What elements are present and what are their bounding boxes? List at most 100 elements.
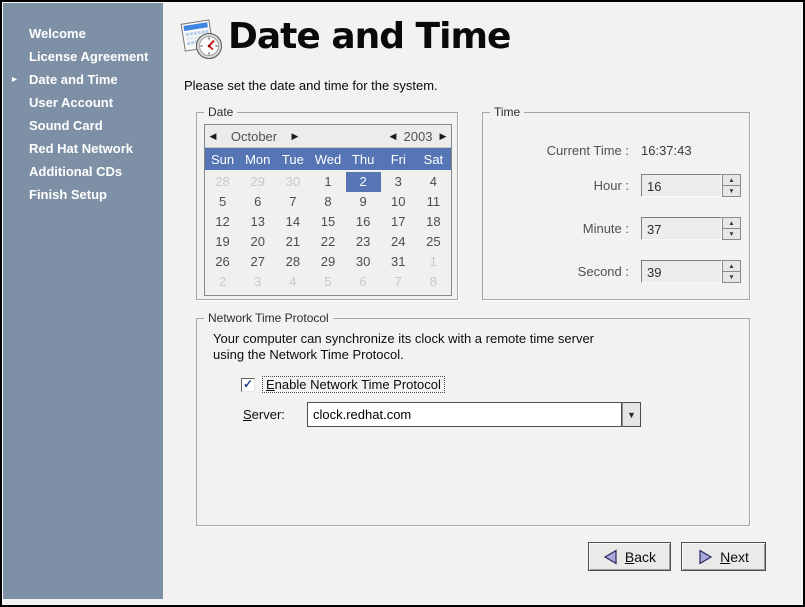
server-dropdown-button[interactable]: ▼ xyxy=(622,402,641,427)
calendar-day[interactable]: 1 xyxy=(310,172,345,192)
sidebar-item-sound-card[interactable]: Sound Card xyxy=(3,114,163,137)
ntp-description-line1: Your computer can synchronize its clock … xyxy=(213,331,594,346)
calendar-day[interactable]: 22 xyxy=(310,232,345,252)
weekday-label: Thu xyxy=(346,152,381,167)
calendar-day[interactable]: 29 xyxy=(240,172,275,192)
chevron-down-icon: ▼ xyxy=(627,410,636,420)
calendar-day[interactable]: 14 xyxy=(275,212,310,232)
sidebar-item-label: Date and Time xyxy=(29,72,118,87)
sidebar-item-date-and-time[interactable]: ▸Date and Time xyxy=(3,68,163,91)
setup-wizard-window: WelcomeLicense Agreement▸Date and TimeUs… xyxy=(0,0,805,607)
current-time-label: Current Time : xyxy=(483,143,629,158)
calendar-day[interactable]: 4 xyxy=(416,172,451,192)
next-year-button[interactable]: ▶ xyxy=(435,131,451,142)
hour-input[interactable]: 16 xyxy=(641,174,722,197)
sidebar-item-finish-setup[interactable]: Finish Setup xyxy=(3,183,163,206)
hour-decrement-button[interactable]: ▼ xyxy=(722,186,741,197)
calendar-day[interactable]: 28 xyxy=(205,172,240,192)
calendar-day[interactable]: 5 xyxy=(205,192,240,212)
arrow-right-icon: ▶ xyxy=(292,131,299,141)
calendar-day[interactable]: 23 xyxy=(346,232,381,252)
calendar-day[interactable]: 25 xyxy=(416,232,451,252)
date-group-label: Date xyxy=(204,105,237,119)
calendar-day[interactable]: 9 xyxy=(346,192,381,212)
calendar: ◀ October ▶ ◀ 2003 ▶ SunMonTueWedThuFriS… xyxy=(204,124,452,296)
page-title: Date and Time xyxy=(228,16,510,57)
calendar-grid: 2829301234567891011121314151617181920212… xyxy=(205,170,451,295)
calendar-day[interactable]: 26 xyxy=(205,252,240,272)
calendar-day[interactable]: 12 xyxy=(205,212,240,232)
back-button[interactable]: Back xyxy=(588,542,671,571)
calendar-day[interactable]: 27 xyxy=(240,252,275,272)
second-spin-buttons: ▲ ▼ xyxy=(722,260,741,283)
calendar-day[interactable]: 3 xyxy=(240,272,275,292)
sidebar-item-user-account[interactable]: User Account xyxy=(3,91,163,114)
current-step-arrow-icon: ▸ xyxy=(12,74,29,85)
arrow-left-icon: ◀ xyxy=(390,131,397,141)
sidebar-item-license-agreement[interactable]: License Agreement xyxy=(3,45,163,68)
calendar-day[interactable]: 4 xyxy=(275,272,310,292)
calendar-day[interactable]: 13 xyxy=(240,212,275,232)
calendar-day[interactable]: 8 xyxy=(416,272,451,292)
sidebar-item-additional-cds[interactable]: Additional CDs xyxy=(3,160,163,183)
server-combobox: ▼ xyxy=(307,402,641,427)
weekday-label: Sat xyxy=(416,152,451,167)
ntp-enable-label[interactable]: Enable Network Time Protocol xyxy=(262,376,445,393)
second-input[interactable]: 39 xyxy=(641,260,722,283)
calendar-day[interactable]: 7 xyxy=(275,192,310,212)
hour-increment-button[interactable]: ▲ xyxy=(722,174,741,186)
calendar-day[interactable]: 19 xyxy=(205,232,240,252)
ntp-enable-checkbox[interactable]: ✓ xyxy=(241,378,255,392)
arrow-down-icon: ▼ xyxy=(728,231,734,238)
prev-month-button[interactable]: ◀ xyxy=(205,131,221,142)
minute-increment-button[interactable]: ▲ xyxy=(722,217,741,229)
calendar-day[interactable]: 31 xyxy=(381,252,416,272)
weekday-label: Tue xyxy=(275,152,310,167)
calendar-day[interactable]: 8 xyxy=(310,192,345,212)
calendar-day[interactable]: 29 xyxy=(310,252,345,272)
calendar-day[interactable]: 16 xyxy=(346,212,381,232)
calendar-day[interactable]: 2 xyxy=(205,272,240,292)
calendar-day[interactable]: 6 xyxy=(346,272,381,292)
calendar-day[interactable]: 10 xyxy=(381,192,416,212)
minute-spinner: 37 ▲ ▼ xyxy=(641,217,741,240)
calendar-day[interactable]: 21 xyxy=(275,232,310,252)
sidebar: WelcomeLicense Agreement▸Date and TimeUs… xyxy=(3,3,163,599)
sidebar-nav: WelcomeLicense Agreement▸Date and TimeUs… xyxy=(3,22,163,206)
time-group: Time Current Time : 16:37:43 Hour : 16 ▲… xyxy=(482,112,750,300)
weekday-label: Mon xyxy=(240,152,275,167)
prev-year-button[interactable]: ◀ xyxy=(385,131,401,142)
calendar-day[interactable]: 30 xyxy=(346,252,381,272)
second-increment-button[interactable]: ▲ xyxy=(722,260,741,272)
next-button[interactable]: Next xyxy=(681,542,766,571)
minute-input[interactable]: 37 xyxy=(641,217,722,240)
minute-decrement-button[interactable]: ▼ xyxy=(722,229,741,240)
calendar-day[interactable]: 7 xyxy=(381,272,416,292)
calendar-day-selected[interactable]: 2 xyxy=(346,172,381,192)
sidebar-item-welcome[interactable]: Welcome xyxy=(3,22,163,45)
calendar-day[interactable]: 18 xyxy=(416,212,451,232)
back-button-label: Back xyxy=(625,549,656,565)
time-group-label: Time xyxy=(490,105,524,119)
calendar-day[interactable]: 15 xyxy=(310,212,345,232)
next-month-button[interactable]: ▶ xyxy=(287,131,303,142)
sidebar-item-label: Sound Card xyxy=(29,118,103,133)
server-input[interactable] xyxy=(307,402,622,427)
calendar-day[interactable]: 1 xyxy=(416,252,451,272)
calendar-day[interactable]: 24 xyxy=(381,232,416,252)
arrow-up-icon: ▲ xyxy=(728,263,734,270)
ntp-enable-row: ✓ Enable Network Time Protocol xyxy=(241,376,445,393)
calendar-day[interactable]: 11 xyxy=(416,192,451,212)
calendar-day[interactable]: 6 xyxy=(240,192,275,212)
calendar-day[interactable]: 5 xyxy=(310,272,345,292)
sidebar-item-red-hat-network[interactable]: Red Hat Network xyxy=(3,137,163,160)
minute-spin-buttons: ▲ ▼ xyxy=(722,217,741,240)
calendar-day[interactable]: 20 xyxy=(240,232,275,252)
calendar-day[interactable]: 3 xyxy=(381,172,416,192)
calendar-day[interactable]: 28 xyxy=(275,252,310,272)
calendar-day[interactable]: 17 xyxy=(381,212,416,232)
second-decrement-button[interactable]: ▼ xyxy=(722,272,741,283)
ntp-group: Network Time Protocol Your computer can … xyxy=(196,318,750,526)
hour-spin-buttons: ▲ ▼ xyxy=(722,174,741,197)
calendar-day[interactable]: 30 xyxy=(275,172,310,192)
